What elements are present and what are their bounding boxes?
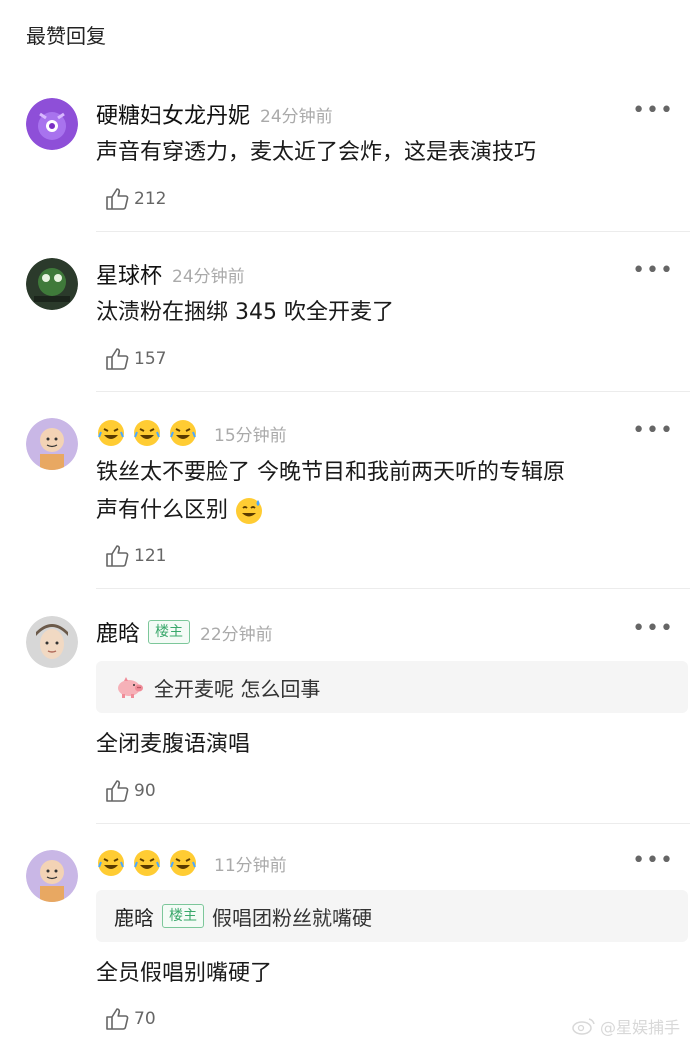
thumbs-up-icon [106,188,129,210]
timestamp: 22分钟前 [200,624,273,645]
username[interactable]: 硬糖妇女龙丹妮 [96,98,250,130]
divider [96,391,690,392]
like-button[interactable]: 212 [104,186,166,212]
watermark-text: @星娱捕手 [599,1018,680,1037]
rolling-laugh-emoji [96,418,126,448]
like-count: 70 [134,1009,156,1029]
rolling-laugh-emoji [96,848,126,878]
thumbs-up-icon [106,545,129,567]
quoted-text: 全开麦呢 怎么回事 [154,676,321,701]
op-badge: 楼主 [148,620,191,644]
like-button[interactable]: 90 [104,778,156,804]
timestamp: 15分钟前 [214,425,287,446]
comment-text: 声音有穿透力，麦太近了会炸，这是表演技巧 [96,140,537,165]
more-options-icon[interactable]: ••• [632,258,674,283]
like-button[interactable]: 157 [104,346,166,372]
timestamp: 24分钟前 [260,106,333,127]
grinning-sweat-emoji [234,496,264,526]
comment-text: 全员假唱别嘴硬了 [96,961,273,986]
comment-text-line: 铁丝太不要脸了 今晚节目和我前两天听的专辑原 [96,460,565,485]
more-options-icon[interactable]: ••• [632,616,674,641]
rolling-laugh-emoji [168,848,198,878]
more-options-icon[interactable]: ••• [632,418,674,443]
like-count: 212 [134,189,167,209]
quoted-reply[interactable]: 全开麦呢 怎么回事 [96,661,688,713]
avatar[interactable] [26,98,78,150]
like-button[interactable]: 121 [104,543,166,569]
like-count: 121 [134,546,167,566]
comment-text: 全闭麦腹语演唱 [96,732,251,757]
comment-text: 汰渍粉在捆绑 345 吹全开麦了 [96,300,394,325]
avatar[interactable] [26,258,78,310]
avatar[interactable] [26,616,78,668]
username[interactable]: 鹿晗 [96,616,140,648]
like-count: 90 [134,781,156,801]
timestamp: 11分钟前 [214,855,287,876]
quoted-reply[interactable]: 鹿晗 楼主 假唱团粉丝就嘴硬 [96,890,688,942]
avatar[interactable] [26,418,78,470]
rolling-laugh-emoji [132,418,162,448]
weibo-logo-icon [572,1018,595,1035]
thumbs-up-icon [106,780,129,802]
comment-text-segment: 声有什么区别 [96,498,229,523]
username[interactable]: 星球杯 [96,258,162,290]
like-count: 157 [134,349,167,369]
divider [96,231,690,232]
pig-icon [116,676,144,698]
quoted-text: 假唱团粉丝就嘴硬 [212,905,372,930]
comment-text-line: 声有什么区别 [96,492,666,530]
section-title: 最赞回复 [26,24,106,48]
divider [96,588,690,589]
timestamp: 24分钟前 [172,266,245,287]
thumbs-up-icon [106,1008,129,1030]
rolling-laugh-emoji [132,848,162,878]
op-badge: 楼主 [162,904,204,928]
rolling-laugh-emoji [168,418,198,448]
like-button[interactable]: 70 [104,1006,156,1032]
more-options-icon[interactable]: ••• [632,848,674,873]
comment-text: 铁丝太不要脸了 今晚节目和我前两天听的专辑原 声有什么区别 [96,454,666,530]
divider [96,823,690,824]
avatar[interactable] [26,850,78,902]
more-options-icon[interactable]: ••• [632,98,674,123]
weibo-watermark: @星娱捕手 [572,1014,680,1038]
quoted-username[interactable]: 鹿晗 [114,902,154,931]
thumbs-up-icon [106,348,129,370]
